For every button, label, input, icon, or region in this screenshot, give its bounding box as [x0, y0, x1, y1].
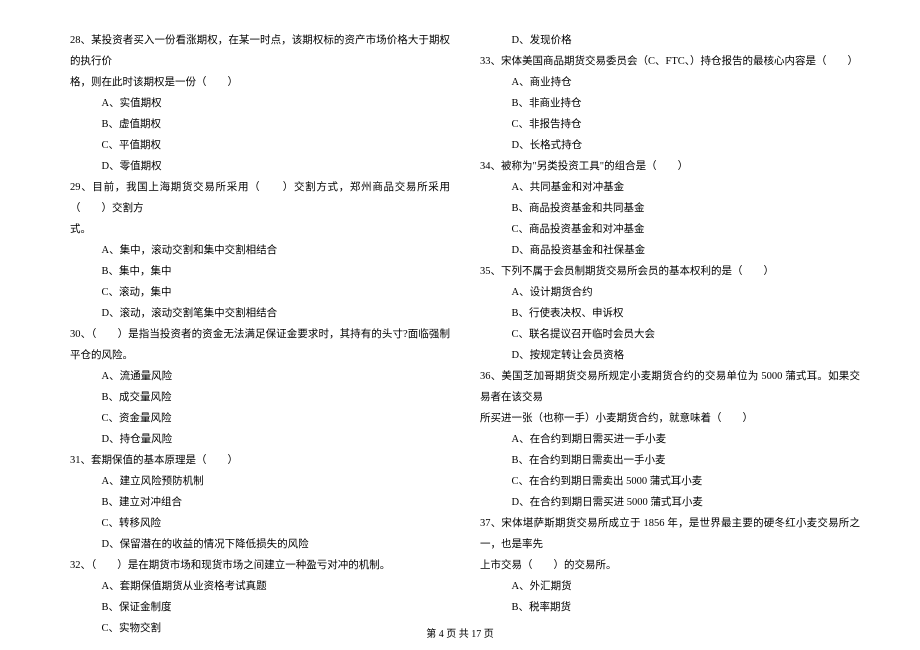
q35-option-d: D、按规定转让会员资格: [480, 345, 860, 366]
q35-option-c: C、联名提议召开临时会员大会: [480, 324, 860, 345]
q34-stem: 34、被称为"另类投资工具"的组合是（ ）: [480, 156, 860, 177]
q32-option-a: A、套期保值期货从业资格考试真题: [70, 576, 450, 597]
q31-option-d: D、保留潜在的收益的情况下降低损失的风险: [70, 534, 450, 555]
q34-option-a: A、共同基金和对冲基金: [480, 177, 860, 198]
q37-option-b: B、税率期货: [480, 597, 860, 618]
q34-option-d: D、商品投资基金和社保基金: [480, 240, 860, 261]
q30-option-a: A、流通量风险: [70, 366, 450, 387]
q31-option-c: C、转移风险: [70, 513, 450, 534]
q35-option-a: A、设计期货合约: [480, 282, 860, 303]
q32-option-b: B、保证金制度: [70, 597, 450, 618]
q36-option-a: A、在合约到期日需买进一手小麦: [480, 429, 860, 450]
q34-option-b: B、商品投资基金和共同基金: [480, 198, 860, 219]
q36-option-b: B、在合约到期日需卖出一手小麦: [480, 450, 860, 471]
right-column: D、发现价格 33、宋体美国商品期货交易委员会（C、FTC、）持仓报告的最核心内…: [480, 30, 860, 600]
q31-option-b: B、建立对冲组合: [70, 492, 450, 513]
left-column: 28、某投资者买入一份看涨期权，在某一时点，该期权标的资产市场价格大于期权的执行…: [70, 30, 450, 600]
q33-option-a: A、商业持仓: [480, 72, 860, 93]
q29-stem-line1: 29、目前，我国上海期货交易所采用（ ）交割方式，郑州商品交易所采用（ ）交割方: [70, 177, 450, 219]
q35-stem: 35、下列不属于会员制期货交易所会员的基本权利的是（ ）: [480, 261, 860, 282]
q36-stem-line2: 所买进一张（也称一手）小麦期货合约，就意味着（ ）: [480, 408, 860, 429]
q36-option-c: C、在合约到期日需卖出 5000 蒲式耳小麦: [480, 471, 860, 492]
q28-option-b: B、虚值期权: [70, 114, 450, 135]
page-container: 28、某投资者买入一份看涨期权，在某一时点，该期权标的资产市场价格大于期权的执行…: [0, 0, 920, 620]
q28-stem-line2: 格，则在此时该期权是一份（ ）: [70, 72, 450, 93]
q29-option-a: A、集中，滚动交割和集中交割相结合: [70, 240, 450, 261]
q29-option-c: C、滚动，集中: [70, 282, 450, 303]
q37-option-a: A、外汇期货: [480, 576, 860, 597]
q32-stem: 32、（ ）是在期货市场和现货市场之间建立一种盈亏对冲的机制。: [70, 555, 450, 576]
q30-option-b: B、成交量风险: [70, 387, 450, 408]
q33-option-b: B、非商业持仓: [480, 93, 860, 114]
q31-stem: 31、套期保值的基本原理是（ ）: [70, 450, 450, 471]
q29-stem-line2: 式。: [70, 219, 450, 240]
q28-option-c: C、平值期权: [70, 135, 450, 156]
q33-option-d: D、长格式持仓: [480, 135, 860, 156]
q29-option-b: B、集中，集中: [70, 261, 450, 282]
q37-stem-line1: 37、宋体堪萨斯期货交易所成立于 1856 年，是世界最主要的硬冬红小麦交易所之…: [480, 513, 860, 555]
q30-stem: 30、（ ）是指当投资者的资金无法满足保证金要求时，其持有的头寸?面临强制平仓的…: [70, 324, 450, 366]
q35-option-b: B、行使表决权、申诉权: [480, 303, 860, 324]
q34-option-c: C、商品投资基金和对冲基金: [480, 219, 860, 240]
q29-option-d: D、滚动，滚动交割笔集中交割相结合: [70, 303, 450, 324]
q36-option-d: D、在合约到期日需买进 5000 蒲式耳小麦: [480, 492, 860, 513]
q36-stem-line1: 36、美国芝加哥期货交易所规定小麦期货合约的交易单位为 5000 蒲式耳。如果交…: [480, 366, 860, 408]
q33-option-c: C、非报告持仓: [480, 114, 860, 135]
page-footer: 第 4 页 共 17 页: [0, 625, 920, 640]
q37-stem-line2: 上市交易（ ）的交易所。: [480, 555, 860, 576]
q28-option-a: A、实值期权: [70, 93, 450, 114]
q30-option-c: C、资金量风险: [70, 408, 450, 429]
q31-option-a: A、建立风险预防机制: [70, 471, 450, 492]
q28-option-d: D、零值期权: [70, 156, 450, 177]
q32-option-d: D、发现价格: [480, 30, 860, 51]
q28-stem-line1: 28、某投资者买入一份看涨期权，在某一时点，该期权标的资产市场价格大于期权的执行…: [70, 30, 450, 72]
q30-option-d: D、持仓量风险: [70, 429, 450, 450]
q33-stem: 33、宋体美国商品期货交易委员会（C、FTC、）持仓报告的最核心内容是（ ）: [480, 51, 860, 72]
